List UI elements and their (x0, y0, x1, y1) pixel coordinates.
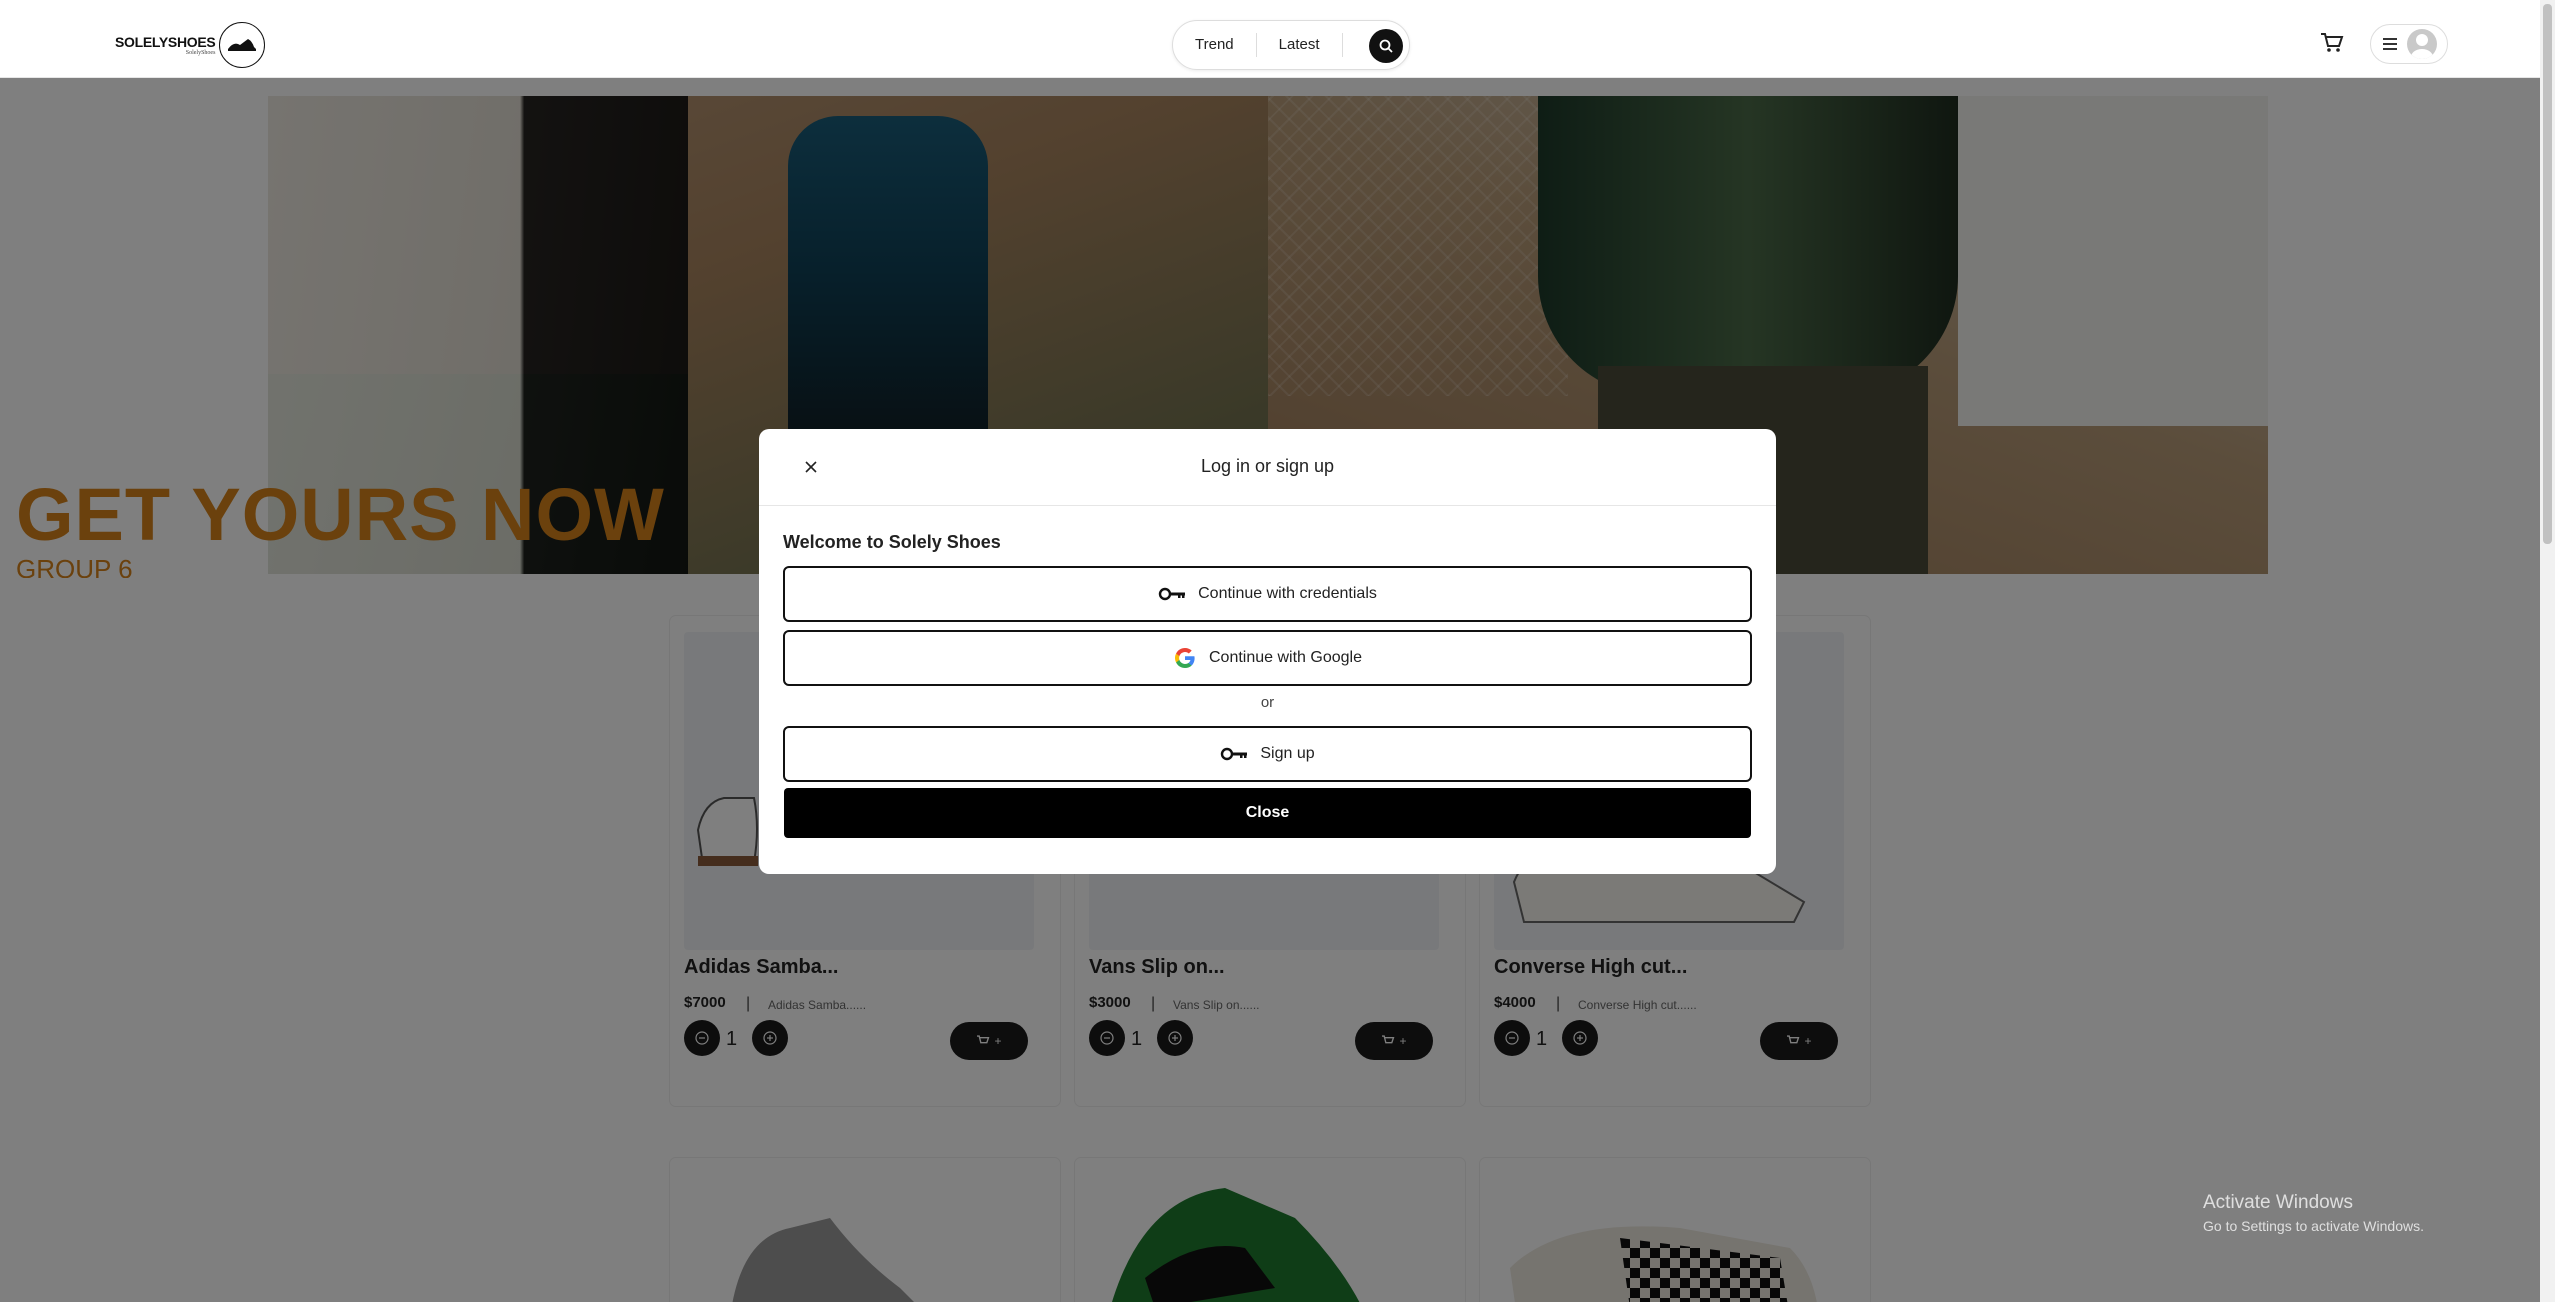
button-label: Continue with Google (1209, 649, 1362, 666)
button-label: Sign up (1260, 745, 1315, 762)
top-navbar: SOLELYSHOES SolelyShoes Trend Latest (0, 0, 2540, 78)
scrollbar[interactable] (2540, 0, 2555, 1302)
google-icon (1175, 648, 1195, 668)
continue-with-google-button[interactable]: Continue with Google (783, 630, 1752, 686)
sign-up-button[interactable]: Sign up (783, 726, 1752, 782)
avatar (2407, 29, 2437, 59)
activate-windows-watermark: Activate Windows Go to Settings to activ… (2203, 1192, 2424, 1234)
hamburger-icon (2383, 38, 2397, 50)
close-button[interactable]: Close (784, 788, 1751, 838)
modal-header: Log in or sign up (759, 429, 1776, 506)
user-menu-button[interactable] (2370, 24, 2448, 64)
search-button[interactable] (1369, 29, 1403, 63)
or-divider: or (1260, 694, 1275, 711)
button-label: Continue with credentials (1198, 585, 1377, 602)
key-icon (1221, 747, 1248, 761)
nav-divider (1341, 33, 1343, 57)
search-icon (1379, 39, 1393, 53)
welcome-heading: Welcome to Solely Shoes (783, 532, 1001, 552)
logo[interactable]: SOLELYSHOES SolelyShoes (115, 22, 266, 68)
modal-title: Log in or sign up (1200, 456, 1335, 476)
cart-icon[interactable] (2320, 32, 2344, 54)
key-icon (1158, 587, 1186, 601)
nav-pill: Trend Latest (1172, 20, 1410, 70)
logo-subtext: SolelyShoes (185, 50, 216, 56)
continue-with-credentials-button[interactable]: Continue with credentials (783, 566, 1752, 622)
nav-link-trend[interactable]: Trend (1173, 32, 1256, 58)
nav-link-latest[interactable]: Latest (1257, 32, 1342, 58)
scrollbar-thumb[interactable] (2543, 4, 2552, 544)
shoe-logo-icon (219, 22, 266, 68)
login-modal: Log in or sign up Welcome to Solely Shoe… (759, 429, 1776, 874)
logo-text: SOLELYSHOES (115, 34, 216, 50)
